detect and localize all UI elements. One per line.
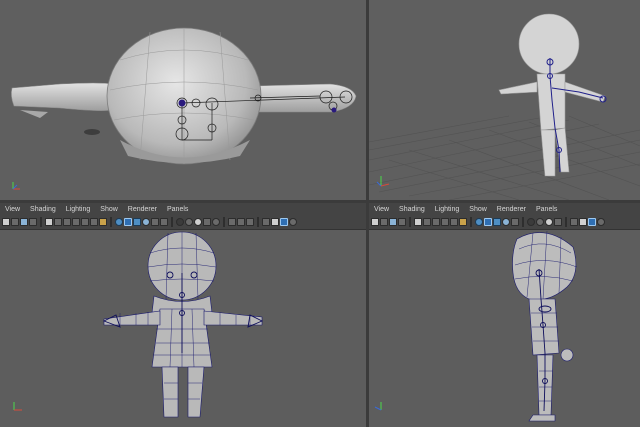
- viewport-side[interactable]: View Shading Lighting Show Renderer Pane…: [369, 203, 640, 427]
- side-view-wireframe: [374, 230, 578, 422]
- viewport-persp[interactable]: [369, 0, 640, 200]
- root-joint[interactable]: [178, 99, 186, 107]
- axis-gizmo: [374, 402, 382, 411]
- front-view-wireframe: [13, 231, 264, 418]
- hand-joint[interactable]: [331, 107, 337, 113]
- front-character-mesh: [103, 231, 263, 418]
- shadow-shape: [84, 129, 100, 135]
- viewport-front[interactable]: View Shading Lighting Show Renderer Pane…: [0, 203, 366, 427]
- persp-view-model: [369, 13, 640, 200]
- top-view-model: [11, 27, 357, 190]
- axis-gizmo: [13, 402, 22, 411]
- maya-viewport-layout: View Shading Lighting Show Renderer Pane…: [0, 0, 640, 427]
- left-arm-mesh: [11, 82, 113, 111]
- axis-gizmo: [376, 176, 390, 187]
- axis-gizmo: [12, 182, 20, 190]
- ground-grid: [369, 115, 640, 200]
- viewport-top[interactable]: [0, 0, 366, 200]
- left-hand-mesh: [20, 110, 48, 118]
